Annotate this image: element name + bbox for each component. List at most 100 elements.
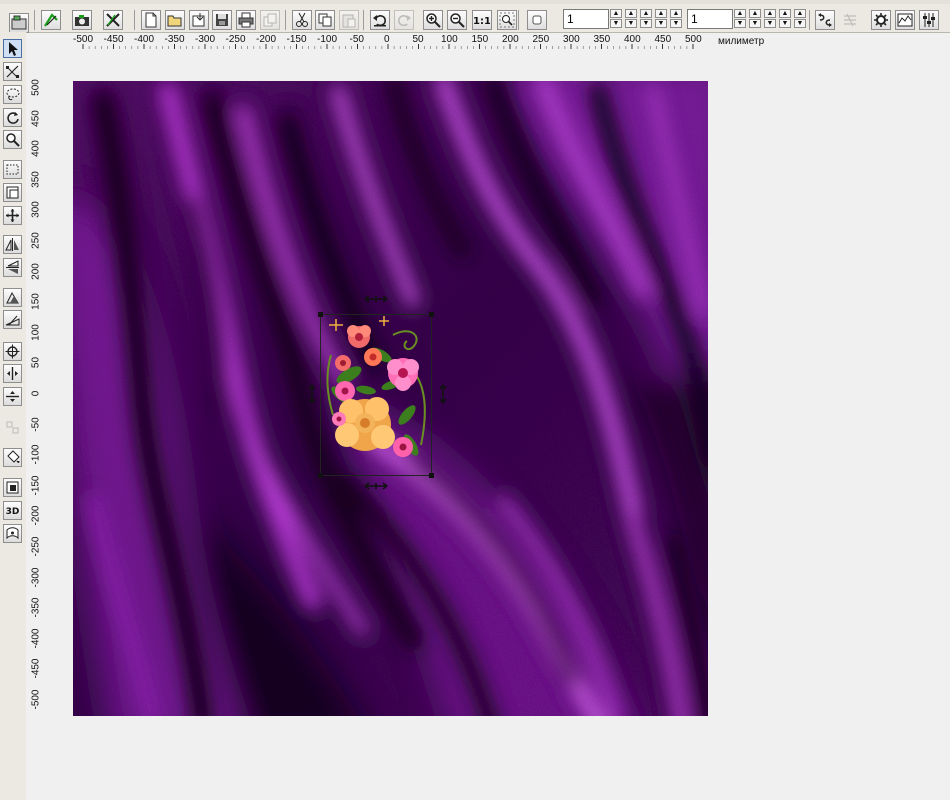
stretch-arrow-right-icon[interactable]	[438, 383, 448, 405]
settings-button[interactable]	[871, 10, 891, 30]
undo-button[interactable]	[370, 10, 390, 30]
field2-up-a-button[interactable]: ▲	[764, 9, 776, 18]
zoom-fit-icon	[499, 12, 515, 28]
dotted-rect-icon	[5, 162, 20, 177]
flower-bouquet-image[interactable]	[321, 315, 431, 475]
graph-icon	[897, 12, 913, 28]
select-tool[interactable]	[3, 39, 22, 58]
ruler-tick-label: 200	[502, 34, 519, 45]
transform-button[interactable]	[840, 10, 860, 30]
ruler-tick-label: -500	[73, 34, 94, 45]
copy-button[interactable]	[315, 10, 335, 30]
mirror-horizontal-tool[interactable]	[3, 258, 22, 277]
export-button[interactable]	[260, 10, 280, 30]
ruler-tick-label: 500	[30, 79, 42, 96]
redo-icon	[396, 12, 412, 28]
select-rect-tool[interactable]	[3, 160, 22, 179]
field1-decrement-button[interactable]: ▼	[610, 19, 622, 28]
flip-button[interactable]	[815, 10, 835, 30]
toolbar-top-strip	[0, 0, 950, 4]
ruler-tick-label: 450	[654, 34, 672, 45]
toolbar-separator	[285, 10, 286, 30]
sliders-button[interactable]	[919, 10, 939, 30]
field1-increment-button[interactable]: ▲	[610, 9, 622, 18]
cut-button[interactable]	[292, 10, 312, 30]
new-file-button[interactable]	[141, 10, 161, 30]
fill-tool[interactable]	[3, 448, 22, 467]
shape-button[interactable]	[527, 10, 547, 30]
field1-step-down-button[interactable]: ▼	[625, 19, 637, 28]
close-design-button[interactable]	[103, 10, 123, 30]
stretch-arrow-bottom-icon[interactable]	[363, 481, 389, 491]
3d-tool[interactable]: 3D	[3, 501, 22, 520]
wrap-icon	[5, 526, 20, 541]
zoom-in-icon	[425, 12, 441, 28]
redo-button[interactable]	[394, 10, 414, 30]
ruler-tick-label: 300	[30, 201, 42, 219]
group-tool[interactable]	[3, 418, 22, 437]
field2-down-c-button[interactable]: ▼	[794, 19, 806, 28]
stretch-arrow-left-icon[interactable]	[307, 383, 317, 405]
zoom-tool[interactable]	[3, 130, 22, 149]
graph-button[interactable]	[895, 10, 915, 30]
open-file-button[interactable]	[165, 10, 185, 30]
import-button[interactable]	[189, 10, 209, 30]
ruler-tick-label: 400	[30, 140, 42, 158]
ruler-tick-label: -150	[286, 34, 307, 45]
stretch-tool[interactable]	[3, 310, 22, 329]
actual-size-button[interactable]: 1:1	[472, 10, 492, 30]
field2-down-b-button[interactable]: ▼	[779, 19, 791, 28]
print-button[interactable]	[236, 10, 256, 30]
field2-increment-button[interactable]: ▲	[734, 9, 746, 18]
zoom-fit-button[interactable]	[497, 10, 517, 30]
value-field-2[interactable]	[687, 9, 733, 29]
layer-tool[interactable]	[3, 478, 22, 497]
field2-decrement-button[interactable]: ▼	[734, 19, 746, 28]
align-vertical-icon	[5, 389, 20, 404]
design-manager-button[interactable]	[9, 13, 29, 33]
rotate-icon	[5, 110, 20, 125]
field2-step-down-button[interactable]: ▼	[749, 19, 761, 28]
skew-tool[interactable]	[3, 288, 22, 307]
move-tool[interactable]	[3, 206, 22, 225]
ruler-tick-label: -250	[30, 536, 42, 557]
ruler-tick-label: 300	[563, 34, 580, 45]
field1-down-a-button[interactable]: ▼	[640, 19, 652, 28]
mirror-vertical-tool[interactable]	[3, 235, 22, 254]
field1-down-c-button[interactable]: ▼	[670, 19, 682, 28]
paste-button[interactable]	[339, 10, 359, 30]
align-horizontal-tool[interactable]	[3, 364, 22, 383]
field2-step-up-button[interactable]: ▲	[749, 9, 761, 18]
ruler-tick-label: 50	[412, 34, 424, 45]
open-design-button[interactable]	[41, 10, 61, 30]
ruler-tick-label: -450	[103, 34, 124, 45]
field1-up-b-button[interactable]: ▲	[655, 9, 667, 18]
center-tool[interactable]	[3, 342, 22, 361]
zoom-in-button[interactable]	[423, 10, 443, 30]
wrap-tool[interactable]	[3, 524, 22, 543]
camera-capture-button[interactable]	[72, 10, 92, 30]
field1-down-b-button[interactable]: ▼	[655, 19, 667, 28]
rotate-tool[interactable]	[3, 108, 22, 127]
field2-up-c-button[interactable]: ▲	[794, 9, 806, 18]
value-field-1[interactable]	[563, 9, 609, 29]
zoom-out-button[interactable]	[447, 10, 467, 30]
ruler-tick-label: 350	[30, 170, 42, 188]
paste-icon	[341, 12, 357, 28]
svg-text:3D: 3D	[6, 507, 20, 517]
field2-up-b-button[interactable]: ▲	[779, 9, 791, 18]
field2-down-a-button[interactable]: ▼	[764, 19, 776, 28]
lasso-tool[interactable]	[3, 85, 22, 104]
field1-step-up-button[interactable]: ▲	[625, 9, 637, 18]
field1-up-c-button[interactable]: ▲	[670, 9, 682, 18]
ruler-tick-label: -500	[30, 689, 42, 710]
design-canvas[interactable]	[73, 81, 708, 716]
horizontal-ruler: -500 -450 -400 -350 -300 -250 -200 -150 -100 -50 0…	[26, 33, 950, 49]
frame-tool[interactable]	[3, 183, 22, 202]
align-vertical-tool[interactable]	[3, 387, 22, 406]
node-edit-tool[interactable]	[3, 62, 22, 81]
stretch-arrow-top-icon[interactable]	[363, 294, 389, 304]
gear-icon	[873, 12, 889, 28]
save-button[interactable]	[212, 10, 232, 30]
field1-up-a-button[interactable]: ▲	[640, 9, 652, 18]
